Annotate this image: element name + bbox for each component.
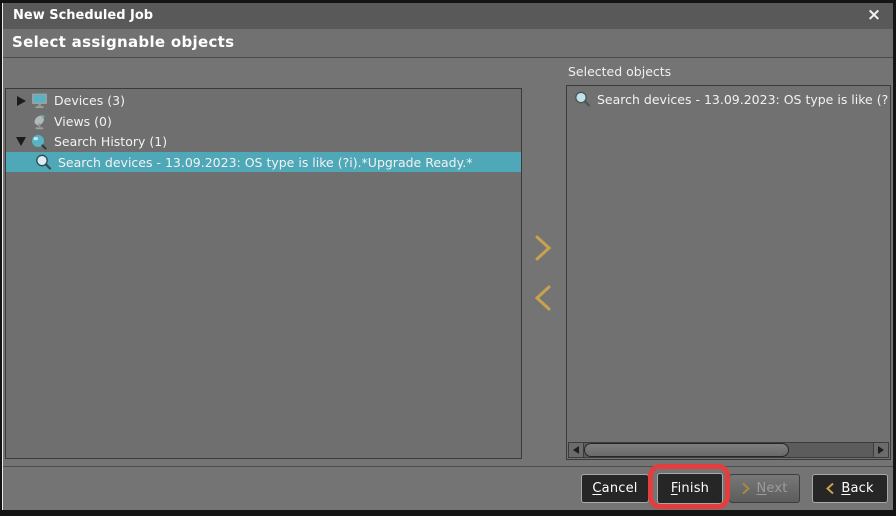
window-title: New Scheduled Job — [13, 3, 153, 29]
selected-object-item[interactable]: Search devices - 13.09.2023: OS type is … — [568, 89, 889, 109]
search-ball-icon — [30, 134, 48, 150]
chevron-left-icon — [826, 482, 835, 495]
horizontal-scrollbar[interactable] — [568, 442, 889, 458]
selected-objects-label: Selected objects — [568, 64, 671, 79]
next-button[interactable]: Next — [729, 474, 800, 503]
magnifier-icon — [34, 154, 52, 170]
tree-item-views[interactable]: Views (0) — [6, 111, 521, 132]
satellite-dish-icon — [30, 114, 48, 130]
subtitle-bar: Select assignable objects — [3, 29, 893, 58]
back-button-label: Back — [841, 481, 873, 496]
scrollbar-track[interactable] — [584, 442, 873, 458]
tree-item-label: Search History (1) — [54, 134, 167, 149]
tree-item-label: Search devices - 13.09.2023: OS type is … — [58, 155, 472, 170]
scroll-left-button[interactable] — [568, 442, 584, 458]
chevron-right-icon — [741, 482, 750, 495]
add-to-selected-button[interactable] — [530, 233, 556, 263]
tree-item-label: Views (0) — [54, 114, 112, 129]
monitor-icon — [30, 93, 48, 109]
footer-divider — [3, 466, 893, 467]
back-button[interactable]: Back — [812, 474, 888, 503]
assignable-objects-tree: Devices (3) Views (0) — [5, 88, 522, 459]
tree-item-search-devices-selected[interactable]: Search devices - 13.09.2023: OS type is … — [6, 152, 521, 172]
scrollbar-thumb[interactable] — [584, 443, 789, 457]
expand-expanded-icon[interactable] — [12, 137, 30, 146]
cancel-button[interactable]: Cancel — [581, 474, 649, 503]
cancel-button-label: Cancel — [592, 481, 637, 496]
chevron-right-icon — [533, 234, 553, 262]
triangle-right-icon — [878, 446, 884, 454]
magnifier-icon — [573, 91, 591, 107]
page-title: Select assignable objects — [12, 33, 234, 51]
chevron-left-icon — [533, 284, 553, 312]
selected-objects-list: Search devices - 13.09.2023: OS type is … — [566, 85, 891, 460]
dialog-body: Devices (3) Views (0) — [3, 58, 893, 510]
finish-button[interactable]: Finish — [657, 473, 723, 504]
triangle-left-icon — [573, 446, 579, 454]
scroll-right-button[interactable] — [873, 442, 889, 458]
title-bar: New Scheduled Job × — [3, 3, 893, 29]
selected-object-label: Search devices - 13.09.2023: OS type is … — [597, 92, 889, 107]
remove-from-selected-button[interactable] — [530, 283, 556, 313]
tree-item-devices[interactable]: Devices (3) — [6, 90, 521, 111]
expand-collapsed-icon[interactable] — [12, 96, 30, 106]
next-button-label: Next — [756, 481, 787, 496]
dialog-window: New Scheduled Job × Select assignable ob… — [0, 0, 896, 516]
close-icon[interactable]: × — [863, 3, 885, 29]
tree-item-search-history[interactable]: Search History (1) — [6, 131, 521, 152]
finish-button-label: Finish — [671, 481, 709, 496]
tree-item-label: Devices (3) — [54, 93, 125, 108]
